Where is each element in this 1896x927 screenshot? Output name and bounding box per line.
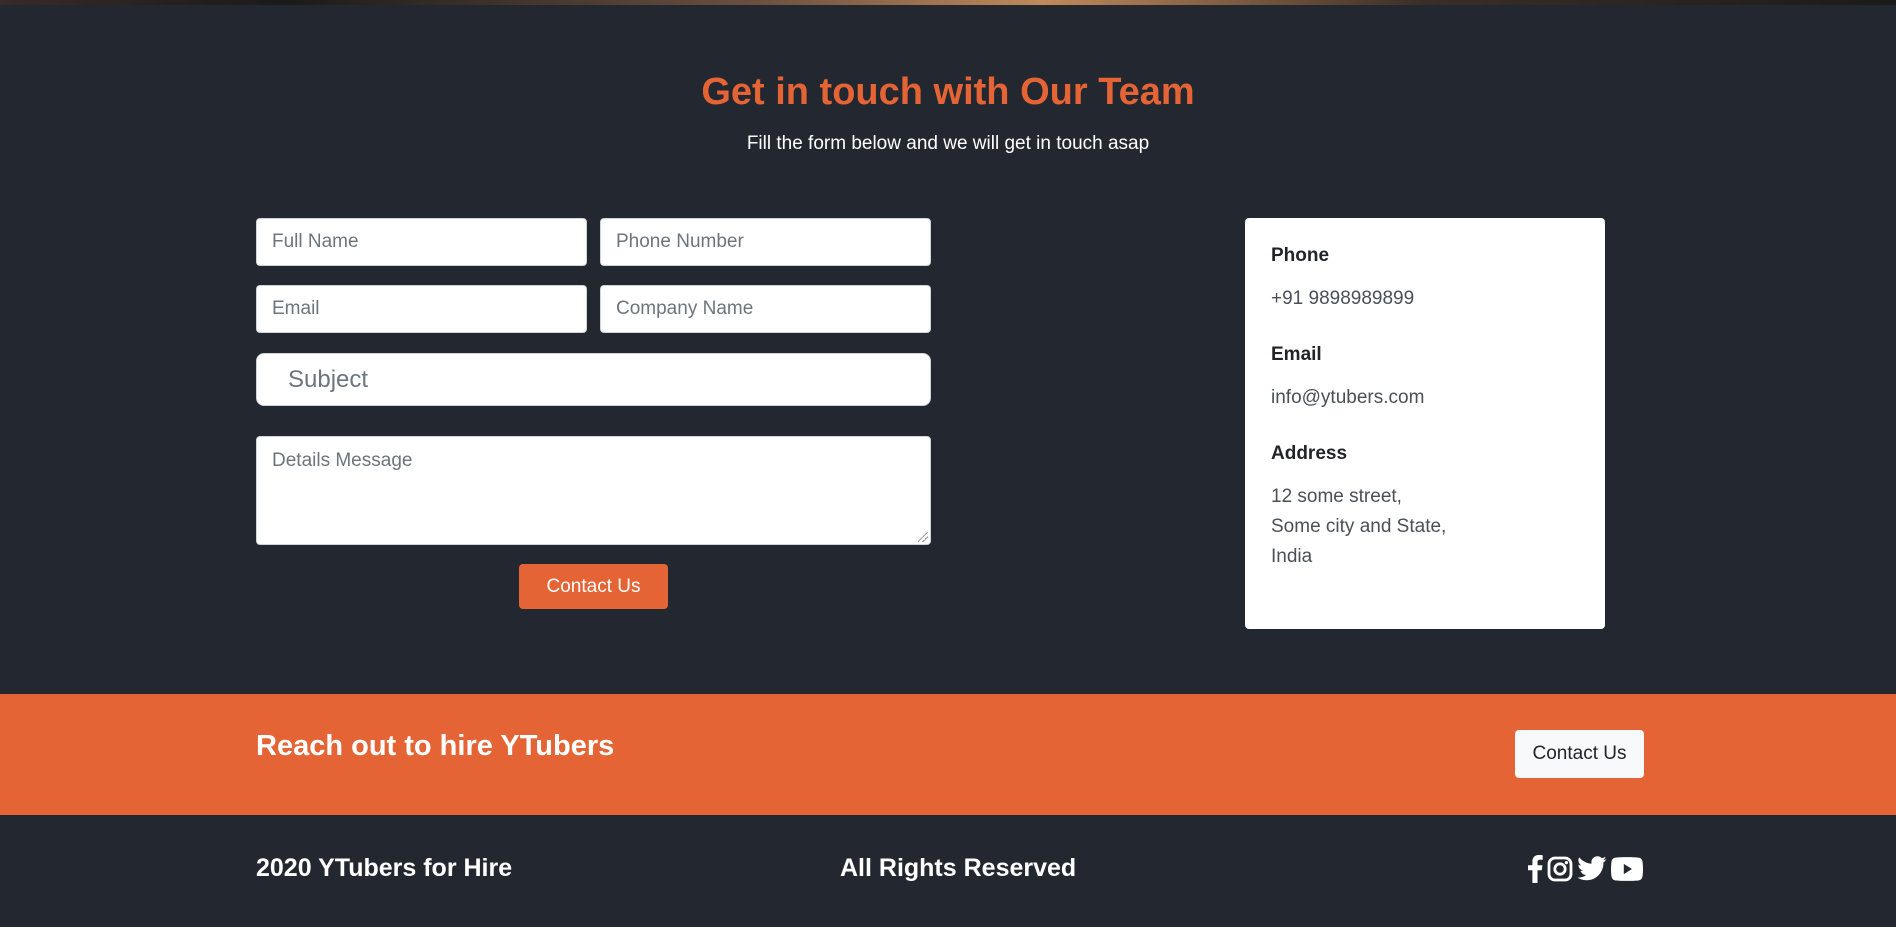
address-line-2: Some city and State,	[1271, 516, 1447, 537]
youtube-icon[interactable]	[1611, 853, 1643, 885]
address-label: Address	[1271, 443, 1348, 464]
footer-rights: All Rights Reserved	[840, 854, 1077, 882]
email-value: info@ytubers.com	[1271, 387, 1425, 408]
details-message-textarea[interactable]: Details Message	[256, 436, 931, 545]
contact-submit-button[interactable]: Contact Us	[519, 564, 668, 609]
email-label: Email	[1271, 344, 1322, 365]
phone-value: +91 9898989899	[1271, 288, 1415, 309]
phone-number-placeholder: Phone Number	[616, 231, 744, 252]
contact-info-card: Phone +91 9898989899 Email info@ytubers.…	[1245, 218, 1605, 629]
company-name-input[interactable]: Company Name	[600, 285, 931, 333]
cta-text: Reach out to hire YTubers	[256, 730, 615, 762]
subject-input[interactable]: Subject	[256, 353, 931, 406]
subject-placeholder: Subject	[288, 365, 369, 393]
full-name-input[interactable]: Full Name	[256, 218, 587, 266]
details-message-placeholder: Details Message	[272, 450, 413, 471]
address-line-3: India	[1271, 546, 1313, 567]
hire-cta-band: Reach out to hire YTubers Contact Us	[0, 694, 1896, 815]
phone-label: Phone	[1271, 245, 1330, 266]
page-title: Get in touch with Our Team	[701, 71, 1195, 113]
contact-section: Get in touch with Our Team Fill the form…	[0, 5, 1896, 694]
company-name-placeholder: Company Name	[616, 298, 754, 319]
social-links	[1527, 853, 1643, 885]
footer: 2020 YTubers for Hire All Rights Reserve…	[0, 815, 1896, 927]
full-name-placeholder: Full Name	[272, 231, 359, 252]
email-input[interactable]: Email	[256, 285, 587, 333]
resize-handle-icon[interactable]	[918, 532, 928, 542]
email-placeholder: Email	[272, 298, 320, 319]
address-line-1: 12 some street,	[1271, 486, 1402, 507]
cta-contact-button[interactable]: Contact Us	[1515, 730, 1644, 778]
phone-number-input[interactable]: Phone Number	[600, 218, 931, 266]
page-subtitle: Fill the form below and we will get in t…	[746, 133, 1150, 154]
footer-copyright: 2020 YTubers for Hire	[256, 854, 513, 882]
twitter-icon[interactable]	[1577, 853, 1607, 885]
instagram-icon[interactable]	[1547, 853, 1573, 885]
facebook-icon[interactable]	[1527, 853, 1543, 885]
